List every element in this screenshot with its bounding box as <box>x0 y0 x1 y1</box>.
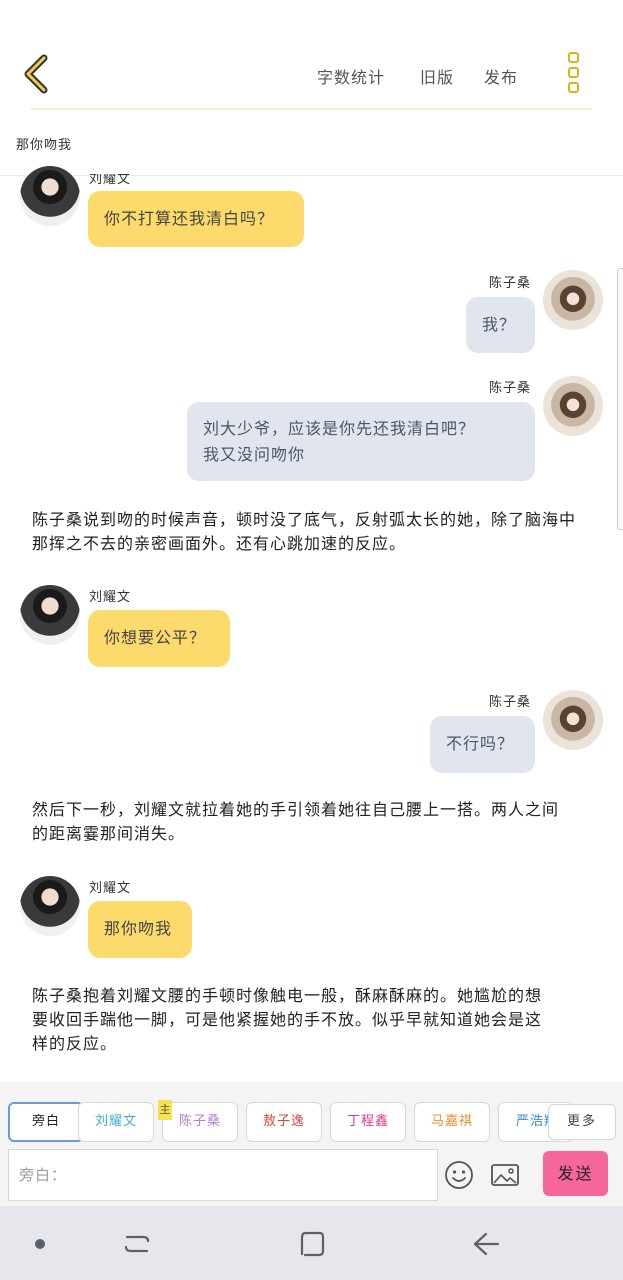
message-bubble[interactable]: 我？ <box>466 297 535 353</box>
message-bubble[interactable]: 那你吻我 <box>88 901 192 958</box>
narration-text[interactable]: 陈子桑说到吻的时候声音，顿时没了底气，反射弧太长的她，除了脑海中那挥之不去的亲密… <box>32 508 592 556</box>
publish-button[interactable]: 发布 <box>484 64 518 88</box>
speaker-name: 陈子桑 <box>489 381 532 396</box>
avatar[interactable] <box>20 876 80 936</box>
message-input[interactable] <box>8 1149 438 1201</box>
message-bubble[interactable]: 刘大少爷，应该是你先还我清白吧？ 我又没问吻你 <box>187 402 535 481</box>
home-icon[interactable] <box>296 1228 328 1260</box>
avatar[interactable] <box>543 690 603 750</box>
more-menu-button[interactable] <box>562 52 584 96</box>
chapter-title[interactable]: 那你吻我 <box>16 134 72 153</box>
character-chip-liu-yaowen[interactable]: 刘耀文 <box>78 1102 154 1142</box>
message-line: 刘大少爷，应该是你先还我清白吧？ <box>203 419 476 438</box>
character-chip-chen-zisang[interactable]: 陈子桑 <box>162 1102 238 1142</box>
avatar[interactable] <box>20 585 80 645</box>
speaker-name: 陈子桑 <box>489 695 532 710</box>
emoji-button[interactable] <box>444 1160 474 1190</box>
message-line: 我又没问吻你 <box>203 445 306 464</box>
character-selector: 旁白 刘耀文 陈子桑 敖子逸 丁程鑫 马嘉祺 严浩翔 <box>0 1082 623 1148</box>
speaker-name: 刘耀文 <box>89 881 132 896</box>
smiley-icon <box>445 1161 473 1189</box>
menu-dot-icon <box>567 52 579 63</box>
avatar[interactable] <box>543 376 603 436</box>
recent-apps-icon[interactable] <box>121 1228 153 1260</box>
header-divider <box>30 108 592 110</box>
message-bubble[interactable]: 你想要公平？ <box>88 610 230 667</box>
speaker-name: 刘耀文 <box>89 172 132 187</box>
narration-text[interactable]: 然后下一秒，刘耀文就拉着她的手引领着她往自己腰上一搭。两人之间的距离霎那间消失。 <box>32 798 562 846</box>
menu-dot-icon <box>567 67 579 78</box>
top-bar: 字数统计 旧版 发布 <box>0 0 623 110</box>
screen: 字数统计 旧版 发布 那你吻我 刘耀文 你不打算还我清白吗？ 陈子桑 我？ 陈子… <box>0 0 623 1280</box>
nav-dot-icon[interactable] <box>35 1239 45 1249</box>
more-characters-button[interactable]: 更多 <box>548 1104 616 1140</box>
scrollbar-thumb[interactable] <box>617 268 623 530</box>
avatar[interactable] <box>20 166 80 226</box>
word-count-button[interactable]: 字数统计 <box>317 64 385 88</box>
main-character-badge: 主 <box>158 1100 172 1120</box>
character-chip-ding-chengxin[interactable]: 丁程鑫 <box>330 1102 406 1142</box>
image-icon <box>491 1164 519 1186</box>
message-bubble[interactable]: 不行吗？ <box>430 716 535 773</box>
character-chip-narrator[interactable]: 旁白 <box>8 1102 84 1142</box>
back-nav-icon[interactable] <box>470 1228 502 1260</box>
message-bubble[interactable]: 你不打算还我清白吗？ <box>88 191 304 247</box>
character-chip-ma-jiaqi[interactable]: 马嘉祺 <box>414 1102 490 1142</box>
avatar[interactable] <box>543 270 603 330</box>
speaker-name: 刘耀文 <box>89 590 132 605</box>
send-button[interactable]: 发送 <box>543 1151 608 1196</box>
narration-text[interactable]: 陈子桑抱着刘耀文腰的手顿时像触电一般，酥麻酥麻的。她尴尬的想要收回手踹他一脚，可… <box>32 984 542 1056</box>
menu-dot-icon <box>567 82 579 93</box>
old-version-button[interactable]: 旧版 <box>420 64 454 88</box>
back-button[interactable] <box>18 50 58 98</box>
speaker-name: 陈子桑 <box>489 276 532 291</box>
chevron-left-icon <box>24 54 48 94</box>
image-button[interactable] <box>490 1160 520 1190</box>
character-chip-ao-ziyi[interactable]: 敖子逸 <box>246 1102 322 1142</box>
